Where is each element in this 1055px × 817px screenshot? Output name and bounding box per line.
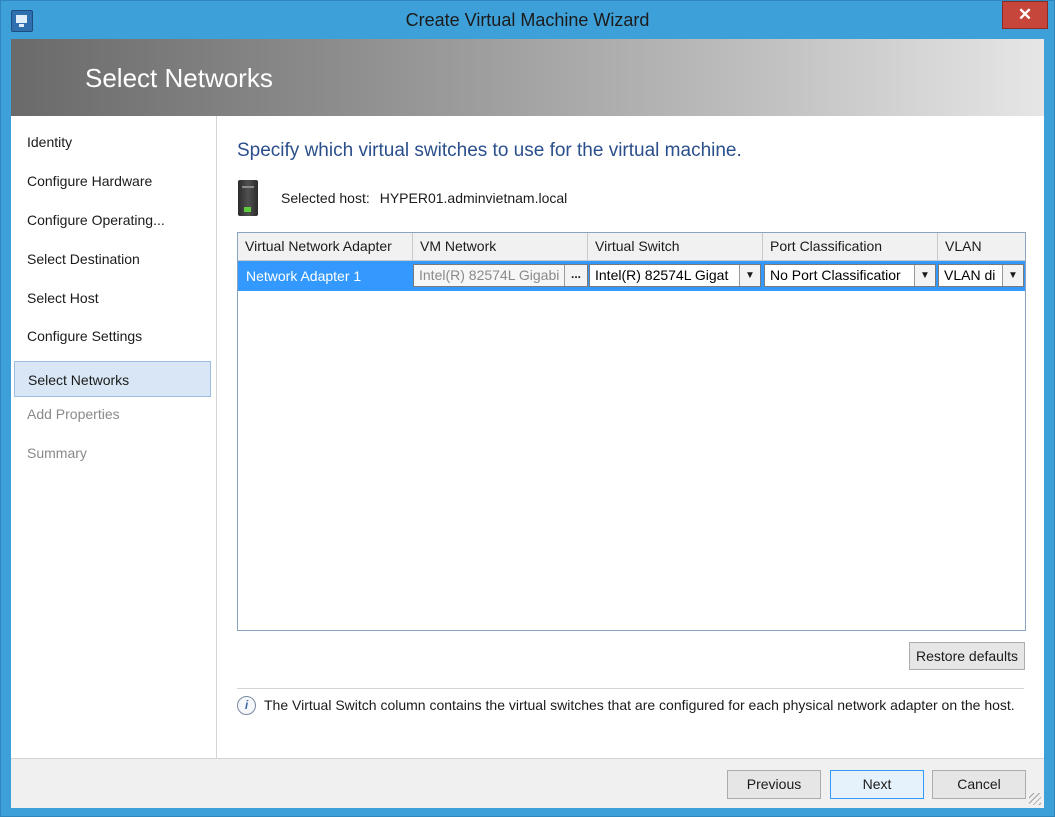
selected-host-line: Selected host: HYPER01.adminvietnam.local: [281, 190, 567, 206]
wizard-window: Create Virtual Machine Wizard ✕ Select N…: [0, 0, 1055, 817]
grid-header: Virtual Network Adapter VM Network Virtu…: [238, 233, 1025, 261]
chevron-down-icon[interactable]: ▼: [739, 265, 760, 286]
divider: [237, 688, 1024, 689]
port-classification-select[interactable]: No Port Classificatior ▼: [764, 264, 936, 287]
resize-grip-icon[interactable]: [1029, 793, 1041, 805]
cancel-button[interactable]: Cancel: [932, 770, 1026, 799]
virtual-switch-select[interactable]: Intel(R) 82574L Gigat ▼: [589, 264, 761, 287]
restore-defaults-button[interactable]: Restore defaults: [909, 642, 1025, 670]
info-icon: i: [237, 696, 256, 715]
wizard-footer: Previous Next Cancel: [11, 758, 1044, 808]
previous-button[interactable]: Previous: [727, 770, 821, 799]
table-row[interactable]: Network Adapter 1 Intel(R) 82574L Gigabi…: [238, 261, 1025, 291]
adapter-cell: Network Adapter 1: [246, 268, 362, 284]
col-vm-network[interactable]: VM Network: [413, 233, 588, 260]
wizard-client: Select Networks Identity Configure Hardw…: [11, 39, 1044, 808]
vlan-value: VLAN di: [944, 267, 996, 283]
virtual-switch-value: Intel(R) 82574L Gigat: [595, 267, 729, 283]
title-bar: Create Virtual Machine Wizard ✕: [1, 1, 1054, 39]
network-adapters-grid: Virtual Network Adapter VM Network Virtu…: [237, 232, 1026, 631]
nav-item-select-host[interactable]: Select Host: [14, 280, 211, 316]
nav-item-add-properties: Add Properties: [27, 406, 120, 422]
chevron-down-icon[interactable]: ▼: [1002, 265, 1023, 286]
page-title: Select Networks: [85, 63, 273, 93]
selected-host-label: Selected host:: [281, 190, 370, 206]
col-virtual-network-adapter[interactable]: Virtual Network Adapter: [238, 233, 413, 260]
nav-item-select-networks[interactable]: Select Networks: [14, 361, 211, 397]
page-heading: Specify which virtual switches to use fo…: [237, 140, 742, 161]
col-vlan[interactable]: VLAN: [938, 233, 1025, 260]
vm-network-value: Intel(R) 82574L Gigabi: [419, 267, 560, 283]
chevron-down-icon[interactable]: ▼: [914, 265, 935, 286]
server-icon: [238, 180, 258, 216]
vm-network-field[interactable]: Intel(R) 82574L Gigabi ...: [413, 264, 588, 287]
vlan-select[interactable]: VLAN di ▼: [938, 264, 1024, 287]
nav-item-select-destination[interactable]: Select Destination: [14, 241, 211, 277]
port-classification-value: No Port Classificatior: [770, 267, 901, 283]
col-port-classification[interactable]: Port Classification: [763, 233, 938, 260]
col-virtual-switch[interactable]: Virtual Switch: [588, 233, 763, 260]
nav-item-identity[interactable]: Identity: [14, 124, 211, 160]
info-text: The Virtual Switch column contains the v…: [264, 697, 1015, 713]
page-banner: Select Networks: [11, 39, 1044, 116]
nav-item-configure-hardware[interactable]: Configure Hardware: [14, 163, 211, 199]
window-title: Create Virtual Machine Wizard: [405, 10, 650, 30]
nav-item-configure-operating[interactable]: Configure Operating...: [14, 202, 211, 238]
nav-item-configure-settings[interactable]: Configure Settings: [14, 318, 211, 354]
nav-item-summary: Summary: [27, 445, 87, 461]
selected-host-value: HYPER01.adminvietnam.local: [379, 190, 568, 206]
main-panel: Specify which virtual switches to use fo…: [217, 116, 1044, 758]
vm-network-browse-button[interactable]: ...: [564, 265, 587, 286]
next-button[interactable]: Next: [830, 770, 924, 799]
close-button[interactable]: ✕: [1002, 1, 1048, 29]
wizard-steps-nav: Identity Configure Hardware Configure Op…: [11, 116, 217, 758]
